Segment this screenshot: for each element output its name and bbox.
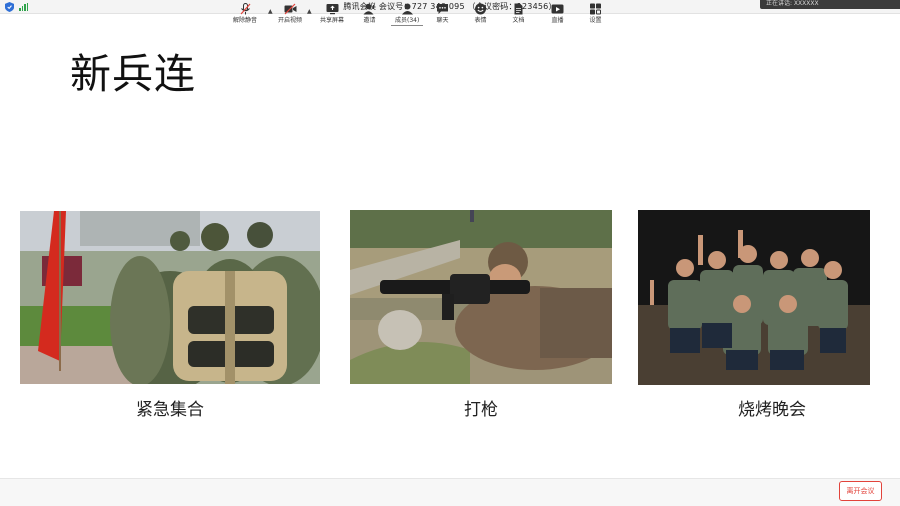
caption-shooting: 打枪 bbox=[464, 400, 498, 420]
unmute-label: 解除静音 bbox=[233, 17, 258, 24]
members-label: 成员(34) bbox=[395, 17, 420, 24]
start-video-button[interactable]: 开启视频 bbox=[278, 3, 302, 27]
photo-barbecue-party bbox=[638, 210, 870, 385]
livestream-button[interactable]: 直播 bbox=[551, 3, 564, 27]
invite-button[interactable]: 邀请 bbox=[363, 3, 376, 27]
invite-label: 邀请 bbox=[363, 17, 376, 24]
leave-meeting-button[interactable]: 离开会议 bbox=[839, 481, 882, 501]
audio-options-caret-icon[interactable]: ▲ bbox=[268, 8, 273, 15]
start-video-label: 开启视频 bbox=[278, 17, 303, 24]
video-options-caret-icon[interactable]: ▲ bbox=[307, 8, 312, 15]
members-button[interactable]: 成员(34) bbox=[390, 3, 424, 27]
speaking-indicator: 正在讲话: XXXXXX bbox=[760, 0, 900, 9]
video-camera-off-icon bbox=[284, 3, 296, 15]
share-screen-label: 共享屏幕 bbox=[320, 17, 345, 24]
reactions-button[interactable]: 表情 bbox=[474, 3, 487, 27]
settings-label: 设置 bbox=[589, 17, 602, 24]
caption-barbecue-party: 烧烤晚会 bbox=[738, 400, 806, 420]
share-screen-button[interactable]: 共享屏幕 bbox=[320, 3, 344, 27]
settings-grid-icon bbox=[590, 3, 601, 15]
livestream-label: 直播 bbox=[551, 17, 564, 24]
caption-emergency-assembly: 紧急集合 bbox=[136, 400, 204, 420]
reactions-label: 表情 bbox=[474, 17, 487, 24]
photo-emergency-assembly bbox=[20, 211, 320, 384]
slide-title: 新兵连 bbox=[70, 50, 196, 98]
document-icon bbox=[514, 3, 523, 15]
meeting-toolbar bbox=[0, 478, 900, 506]
unmute-button[interactable]: 解除静音 bbox=[233, 3, 257, 27]
live-broadcast-icon bbox=[551, 4, 564, 14]
documents-label: 文档 bbox=[512, 17, 525, 24]
microphone-muted-icon bbox=[240, 3, 250, 15]
smiley-face-icon bbox=[475, 3, 486, 15]
members-icon bbox=[401, 3, 413, 15]
photo-shooting bbox=[350, 210, 612, 384]
settings-button[interactable]: 设置 bbox=[589, 3, 602, 27]
chat-button[interactable]: 聊天 bbox=[436, 3, 449, 27]
chat-icon bbox=[437, 4, 448, 14]
share-screen-icon bbox=[326, 4, 338, 15]
documents-button[interactable]: 文档 bbox=[512, 3, 525, 27]
invite-user-icon bbox=[363, 3, 376, 15]
chat-label: 聊天 bbox=[436, 17, 449, 24]
